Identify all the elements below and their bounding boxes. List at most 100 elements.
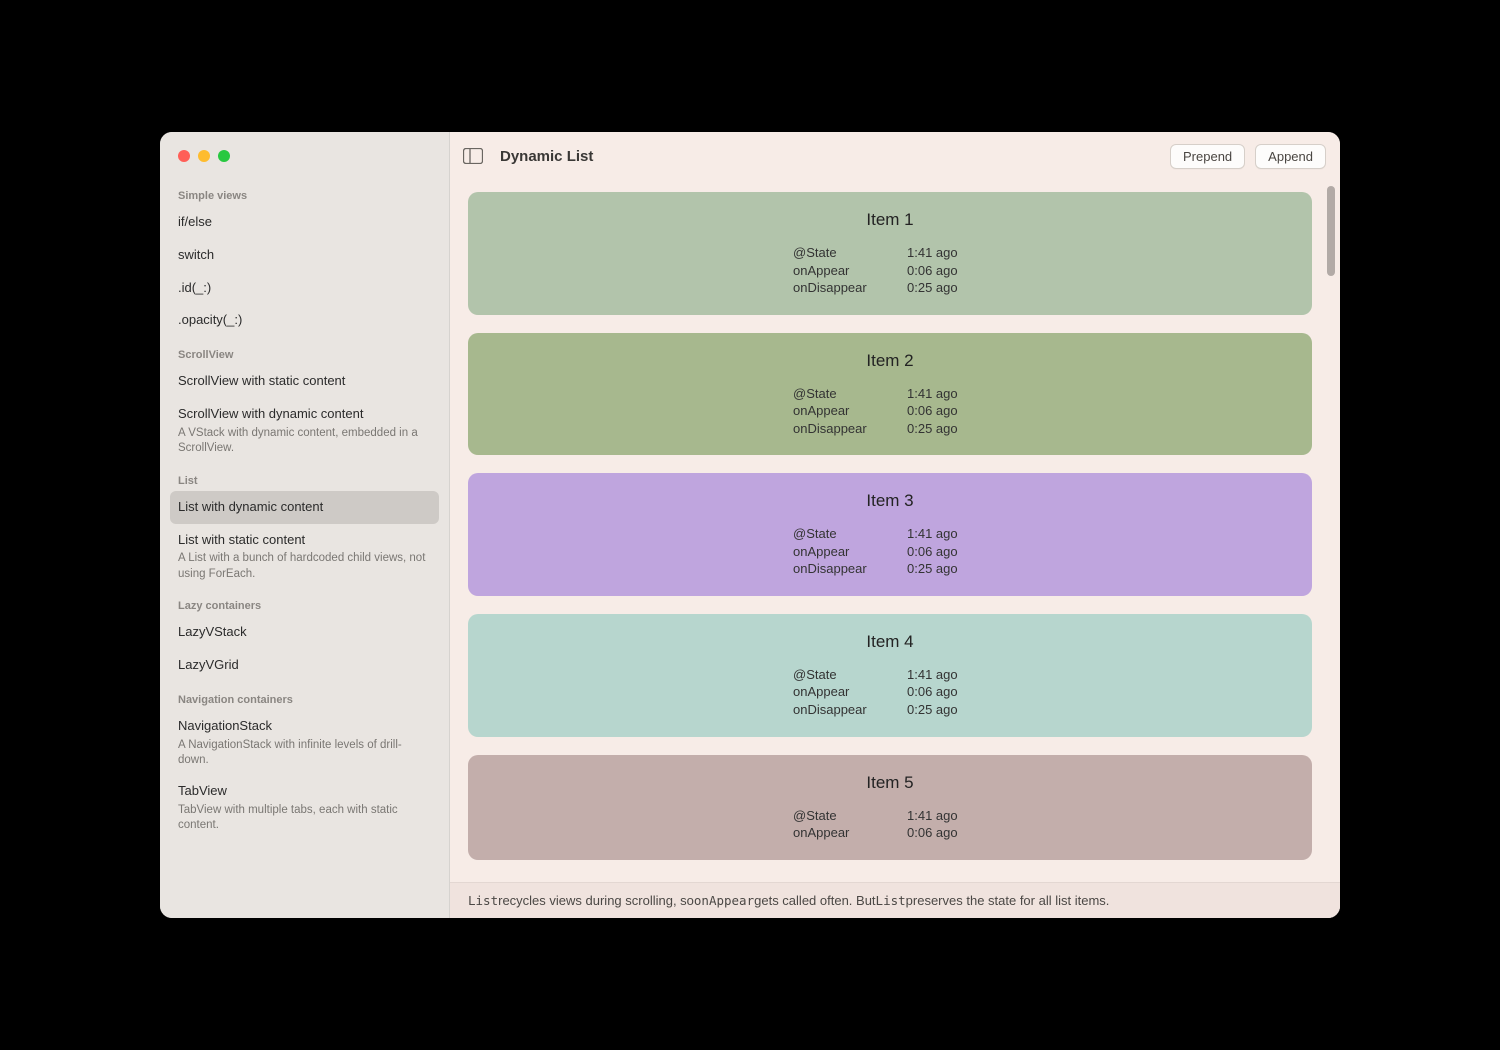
append-button[interactable]: Append (1255, 144, 1326, 169)
sidebar-item-subtitle: A VStack with dynamic content, embedded … (178, 426, 431, 457)
meta-value: 1:41 ago (907, 666, 987, 684)
meta-key: onDisappear (793, 560, 893, 578)
footer-text: recycles views during scrolling, so (498, 893, 694, 908)
list-item-card: Item 3 @State 1:41 ago onAppear 0:06 ago onDi… (468, 473, 1312, 596)
sidebar-item-title: TabView (178, 781, 431, 802)
sidebar-item[interactable]: List with static contentA List with a bu… (170, 524, 439, 589)
minimize-window-button[interactable] (198, 150, 210, 162)
app-window: Simple views if/else switch .id(_:) .opacity… (160, 132, 1340, 918)
zoom-window-button[interactable] (218, 150, 230, 162)
meta-key: onAppear (793, 824, 893, 842)
prepend-button[interactable]: Prepend (1170, 144, 1245, 169)
sidebar-item-title: ScrollView with static content (178, 371, 431, 392)
list-item-meta: @State 1:41 ago onAppear 0:06 ago onDisappea… (488, 244, 1292, 297)
meta-value: 1:41 ago (907, 525, 987, 543)
sidebar-item[interactable]: switch (170, 239, 439, 272)
meta-value: 0:06 ago (907, 683, 987, 701)
sidebar-item[interactable]: LazyVGrid (170, 649, 439, 682)
toolbar: Dynamic List Prepend Append (450, 132, 1340, 180)
sidebar-item[interactable]: NavigationStackA NavigationStack with in… (170, 710, 439, 775)
meta-key: onAppear (793, 683, 893, 701)
footer-text: preserves the state for all list items. (906, 893, 1110, 908)
list-item-title: Item 2 (488, 351, 1292, 371)
sidebar-section-header: List (170, 463, 439, 491)
meta-value: 0:25 ago (907, 560, 987, 578)
sidebar-item-title: ScrollView with dynamic content (178, 404, 431, 425)
footer-code: List (876, 893, 906, 908)
list-item-card: Item 1 @State 1:41 ago onAppear 0:06 ago onDi… (468, 192, 1312, 315)
main-pane: Dynamic List Prepend Append Item 1 @State… (450, 132, 1340, 918)
meta-key: onDisappear (793, 279, 893, 297)
meta-key: onDisappear (793, 701, 893, 719)
sidebar-section-header: Simple views (170, 178, 439, 206)
sidebar-item-subtitle: TabView with multiple tabs, each with st… (178, 803, 431, 834)
list-item-meta: @State 1:41 ago onAppear 0:06 ago (488, 807, 1292, 842)
page-title: Dynamic List (500, 148, 1160, 165)
list-area: Item 1 @State 1:41 ago onAppear 0:06 ago onDi… (450, 180, 1340, 882)
meta-value: 0:25 ago (907, 279, 987, 297)
list-item-card: Item 2 @State 1:41 ago onAppear 0:06 ago onDi… (468, 333, 1312, 456)
meta-key: onAppear (793, 543, 893, 561)
sidebar-item-title: if/else (178, 212, 431, 233)
meta-value: 0:25 ago (907, 701, 987, 719)
list-item-meta: @State 1:41 ago onAppear 0:06 ago onDisappea… (488, 385, 1292, 438)
sidebar-item[interactable]: ScrollView with static content (170, 365, 439, 398)
meta-key: @State (793, 385, 893, 403)
sidebar-item-title: switch (178, 245, 431, 266)
meta-key: onDisappear (793, 420, 893, 438)
list-scroll[interactable]: Item 1 @State 1:41 ago onAppear 0:06 ago onDi… (450, 180, 1340, 882)
sidebar-item-subtitle: A List with a bunch of hardcoded child v… (178, 551, 431, 582)
sidebar-item-title: .id(_:) (178, 278, 431, 299)
meta-value: 1:41 ago (907, 385, 987, 403)
sidebar-section-header: Lazy containers (170, 588, 439, 616)
sidebar-item[interactable]: if/else (170, 206, 439, 239)
sidebar-item[interactable]: ScrollView with dynamic contentA VStack … (170, 398, 439, 463)
list-item-card: Item 5 @State 1:41 ago onAppear 0:06 ago (468, 755, 1312, 860)
sidebar-item[interactable]: .opacity(_:) (170, 304, 439, 337)
sidebar-item[interactable]: TabViewTabView with multiple tabs, each … (170, 775, 439, 840)
sidebar-item-title: NavigationStack (178, 716, 431, 737)
meta-value: 1:41 ago (907, 244, 987, 262)
sidebar-toggle-icon[interactable] (460, 146, 486, 166)
scrollbar-thumb[interactable] (1327, 186, 1335, 276)
list-item-title: Item 4 (488, 632, 1292, 652)
list-item-title: Item 1 (488, 210, 1292, 230)
meta-key: onAppear (793, 402, 893, 420)
list-item-title: Item 5 (488, 773, 1292, 793)
sidebar-item[interactable]: List with dynamic content (170, 491, 439, 524)
meta-value: 0:06 ago (907, 402, 987, 420)
meta-key: @State (793, 666, 893, 684)
list-item-meta: @State 1:41 ago onAppear 0:06 ago onDisappea… (488, 666, 1292, 719)
footer-code: onAppear (694, 893, 754, 908)
sidebar-item-title: List with dynamic content (178, 497, 431, 518)
meta-key: @State (793, 525, 893, 543)
sidebar-item[interactable]: LazyVStack (170, 616, 439, 649)
list-item-meta: @State 1:41 ago onAppear 0:06 ago onDisappea… (488, 525, 1292, 578)
list-item-card: Item 4 @State 1:41 ago onAppear 0:06 ago onDi… (468, 614, 1312, 737)
sidebar: Simple views if/else switch .id(_:) .opacity… (160, 132, 450, 918)
footer-note: List recycles views during scrolling, so… (450, 882, 1340, 918)
sidebar-item-subtitle: A NavigationStack with infinite levels o… (178, 738, 431, 769)
sidebar-item[interactable]: .id(_:) (170, 272, 439, 305)
sidebar-item-title: List with static content (178, 530, 431, 551)
sidebar-item-title: LazyVStack (178, 622, 431, 643)
sidebar-item-title: LazyVGrid (178, 655, 431, 676)
meta-value: 0:06 ago (907, 824, 987, 842)
window-controls (160, 132, 449, 170)
footer-text: gets called often. But (754, 893, 875, 908)
sidebar-section-header: ScrollView (170, 337, 439, 365)
meta-key: @State (793, 807, 893, 825)
meta-value: 0:06 ago (907, 262, 987, 280)
sidebar-scroll[interactable]: Simple views if/else switch .id(_:) .opacity… (160, 170, 449, 918)
sidebar-item-title: .opacity(_:) (178, 310, 431, 331)
scrollbar-track[interactable] (1326, 180, 1336, 880)
list-item-title: Item 3 (488, 491, 1292, 511)
footer-code: List (468, 893, 498, 908)
meta-key: onAppear (793, 262, 893, 280)
meta-value: 0:06 ago (907, 543, 987, 561)
close-window-button[interactable] (178, 150, 190, 162)
sidebar-section-header: Navigation containers (170, 682, 439, 710)
meta-key: @State (793, 244, 893, 262)
meta-value: 0:25 ago (907, 420, 987, 438)
meta-value: 1:41 ago (907, 807, 987, 825)
